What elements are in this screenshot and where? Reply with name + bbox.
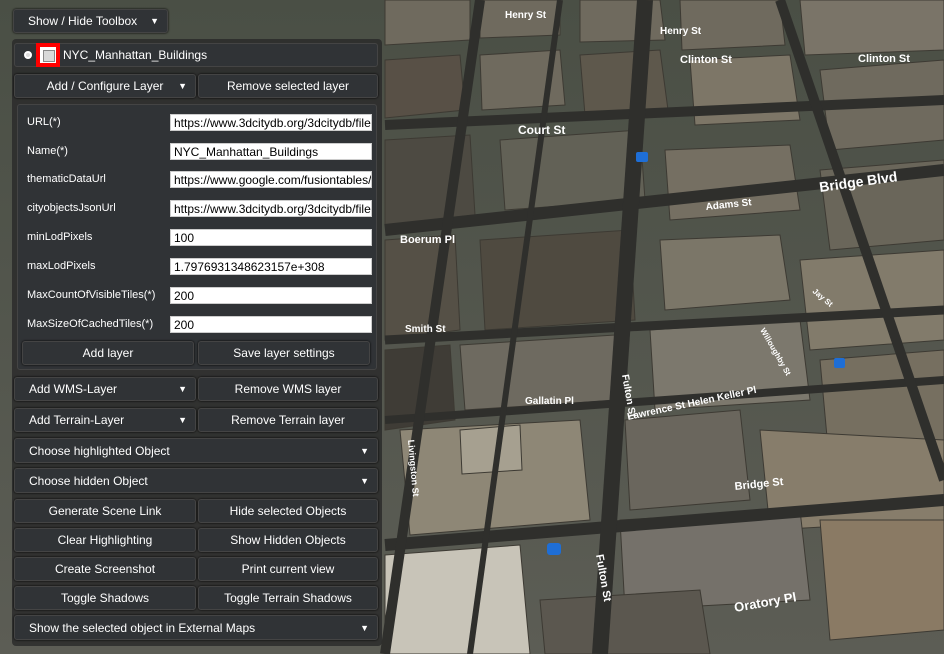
- generate-scene-link-button[interactable]: Generate Scene Link: [14, 499, 196, 523]
- add-terrain-layer-label: Add Terrain-Layer: [29, 413, 125, 427]
- hide-selected-objects-button[interactable]: Hide selected Objects: [198, 499, 378, 523]
- create-screenshot-button[interactable]: Create Screenshot: [14, 557, 196, 581]
- max-lod-pixels-input[interactable]: 1.7976931348623157e+308: [170, 258, 372, 275]
- map-label-gallatin-pl: Gallatin Pl: [525, 396, 574, 407]
- max-count-visible-tiles-input[interactable]: 200: [170, 287, 372, 304]
- remove-terrain-layer-label: Remove Terrain layer: [231, 413, 345, 427]
- caret-down-icon: ▼: [178, 81, 187, 91]
- remove-wms-layer-label: Remove WMS layer: [234, 382, 342, 396]
- toggle-shadows-button[interactable]: Toggle Shadows: [14, 586, 196, 610]
- add-configure-layer-dropdown[interactable]: Add / Configure Layer ▼: [14, 74, 196, 98]
- caret-down-icon: ▼: [360, 475, 369, 486]
- toggle-terrain-shadows-label: Toggle Terrain Shadows: [224, 591, 352, 605]
- field-label-max-size-cached-tiles: MaxSizeOfCachedTiles(*): [27, 318, 154, 330]
- map-label-boerum-pl: Boerum Pl: [400, 234, 455, 246]
- remove-selected-layer-label: Remove selected layer: [226, 79, 350, 93]
- layer-name: NYC_Manhattan_Buildings: [63, 48, 208, 62]
- caret-down-icon: ▼: [150, 16, 159, 26]
- choose-hidden-object-label: Choose hidden Object: [29, 473, 148, 488]
- add-wms-layer-label: Add WMS-Layer: [29, 382, 118, 396]
- toggle-shadows-label: Toggle Shadows: [60, 591, 150, 605]
- name-input[interactable]: NYC_Manhattan_Buildings: [170, 143, 372, 160]
- field-label-cityobjects-json-url: cityobjectsJsonUrl: [27, 202, 116, 214]
- layer-visibility-checkbox-highlight[interactable]: [36, 43, 60, 67]
- external-maps-label: Show the selected object in External Map…: [29, 620, 256, 635]
- url-input[interactable]: https://www.3dcitydb.org/3dcitydb/filead…: [170, 114, 372, 131]
- caret-down-icon: ▼: [360, 622, 369, 633]
- map-label-court-st: Court St: [518, 123, 565, 137]
- add-layer-button[interactable]: Add layer: [22, 341, 194, 365]
- toggle-terrain-shadows-button[interactable]: Toggle Terrain Shadows: [198, 586, 378, 610]
- layer-list-item[interactable]: NYC_Manhattan_Buildings: [14, 43, 378, 67]
- print-current-view-label: Print current view: [241, 562, 335, 576]
- print-current-view-button[interactable]: Print current view: [198, 557, 378, 581]
- choose-hidden-object-dropdown[interactable]: Choose hidden Object ▼: [14, 468, 378, 493]
- field-label-thematic-data-url: thematicDataUrl: [27, 173, 106, 185]
- add-configure-layer-label: Add / Configure Layer: [46, 79, 164, 93]
- remove-terrain-layer-button[interactable]: Remove Terrain layer: [198, 408, 378, 432]
- field-label-name: Name(*): [27, 145, 68, 157]
- thematic-data-url-input[interactable]: https://www.google.com/fusiontables/: [170, 171, 372, 188]
- caret-down-icon: ▼: [178, 384, 187, 394]
- toolbox-toggle-label: Show / Hide Toolbox: [28, 14, 138, 28]
- add-terrain-layer-dropdown[interactable]: Add Terrain-Layer ▼: [14, 408, 196, 432]
- layer-visibility-checkbox[interactable]: [43, 50, 55, 62]
- map-label-clinton-st: Clinton St: [858, 53, 910, 65]
- clear-highlighting-button[interactable]: Clear Highlighting: [14, 528, 196, 552]
- cityobjects-json-url-input[interactable]: https://www.3dcitydb.org/3dcitydb/filead…: [170, 200, 372, 217]
- field-label-min-lod-pixels: minLodPixels: [27, 231, 93, 243]
- hide-selected-objects-label: Hide selected Objects: [229, 504, 347, 518]
- layer-radio-button[interactable]: [24, 51, 32, 59]
- add-layer-label: Add layer: [82, 346, 134, 360]
- create-screenshot-label: Create Screenshot: [54, 562, 156, 576]
- caret-down-icon: ▼: [360, 445, 369, 456]
- remove-selected-layer-button[interactable]: Remove selected layer: [198, 74, 378, 98]
- map-label-henry-st: Henry St: [505, 10, 547, 21]
- field-label-max-lod-pixels: maxLodPixels: [27, 260, 96, 272]
- save-layer-settings-button[interactable]: Save layer settings: [198, 341, 370, 365]
- caret-down-icon: ▼: [178, 415, 187, 425]
- add-wms-layer-dropdown[interactable]: Add WMS-Layer ▼: [14, 377, 196, 401]
- choose-highlighted-object-label: Choose highlighted Object: [29, 443, 170, 458]
- choose-highlighted-object-dropdown[interactable]: Choose highlighted Object ▼: [14, 438, 378, 463]
- min-lod-pixels-input[interactable]: 100: [170, 229, 372, 246]
- max-size-cached-tiles-input[interactable]: 200: [170, 316, 372, 333]
- toolbox-toggle-button[interactable]: Show / Hide Toolbox ▼: [13, 9, 168, 33]
- field-label-max-count-visible-tiles: MaxCountOfVisibleTiles(*): [27, 289, 156, 301]
- show-hidden-objects-button[interactable]: Show Hidden Objects: [198, 528, 378, 552]
- save-layer-settings-label: Save layer settings: [233, 346, 335, 360]
- remove-wms-layer-button[interactable]: Remove WMS layer: [198, 377, 378, 401]
- show-hidden-objects-label: Show Hidden Objects: [230, 533, 346, 547]
- field-label-url: URL(*): [27, 116, 61, 128]
- generate-scene-link-label: Generate Scene Link: [48, 504, 162, 518]
- map-label-clinton-st: Clinton St: [680, 54, 732, 66]
- map-label-smith-st: Smith St: [405, 324, 446, 335]
- external-maps-dropdown[interactable]: Show the selected object in External Map…: [14, 615, 378, 640]
- clear-highlighting-label: Clear Highlighting: [57, 533, 153, 547]
- map-label-henry-st: Henry St: [660, 26, 702, 37]
- layer-config-form: URL(*) https://www.3dcitydb.org/3dcitydb…: [17, 104, 377, 370]
